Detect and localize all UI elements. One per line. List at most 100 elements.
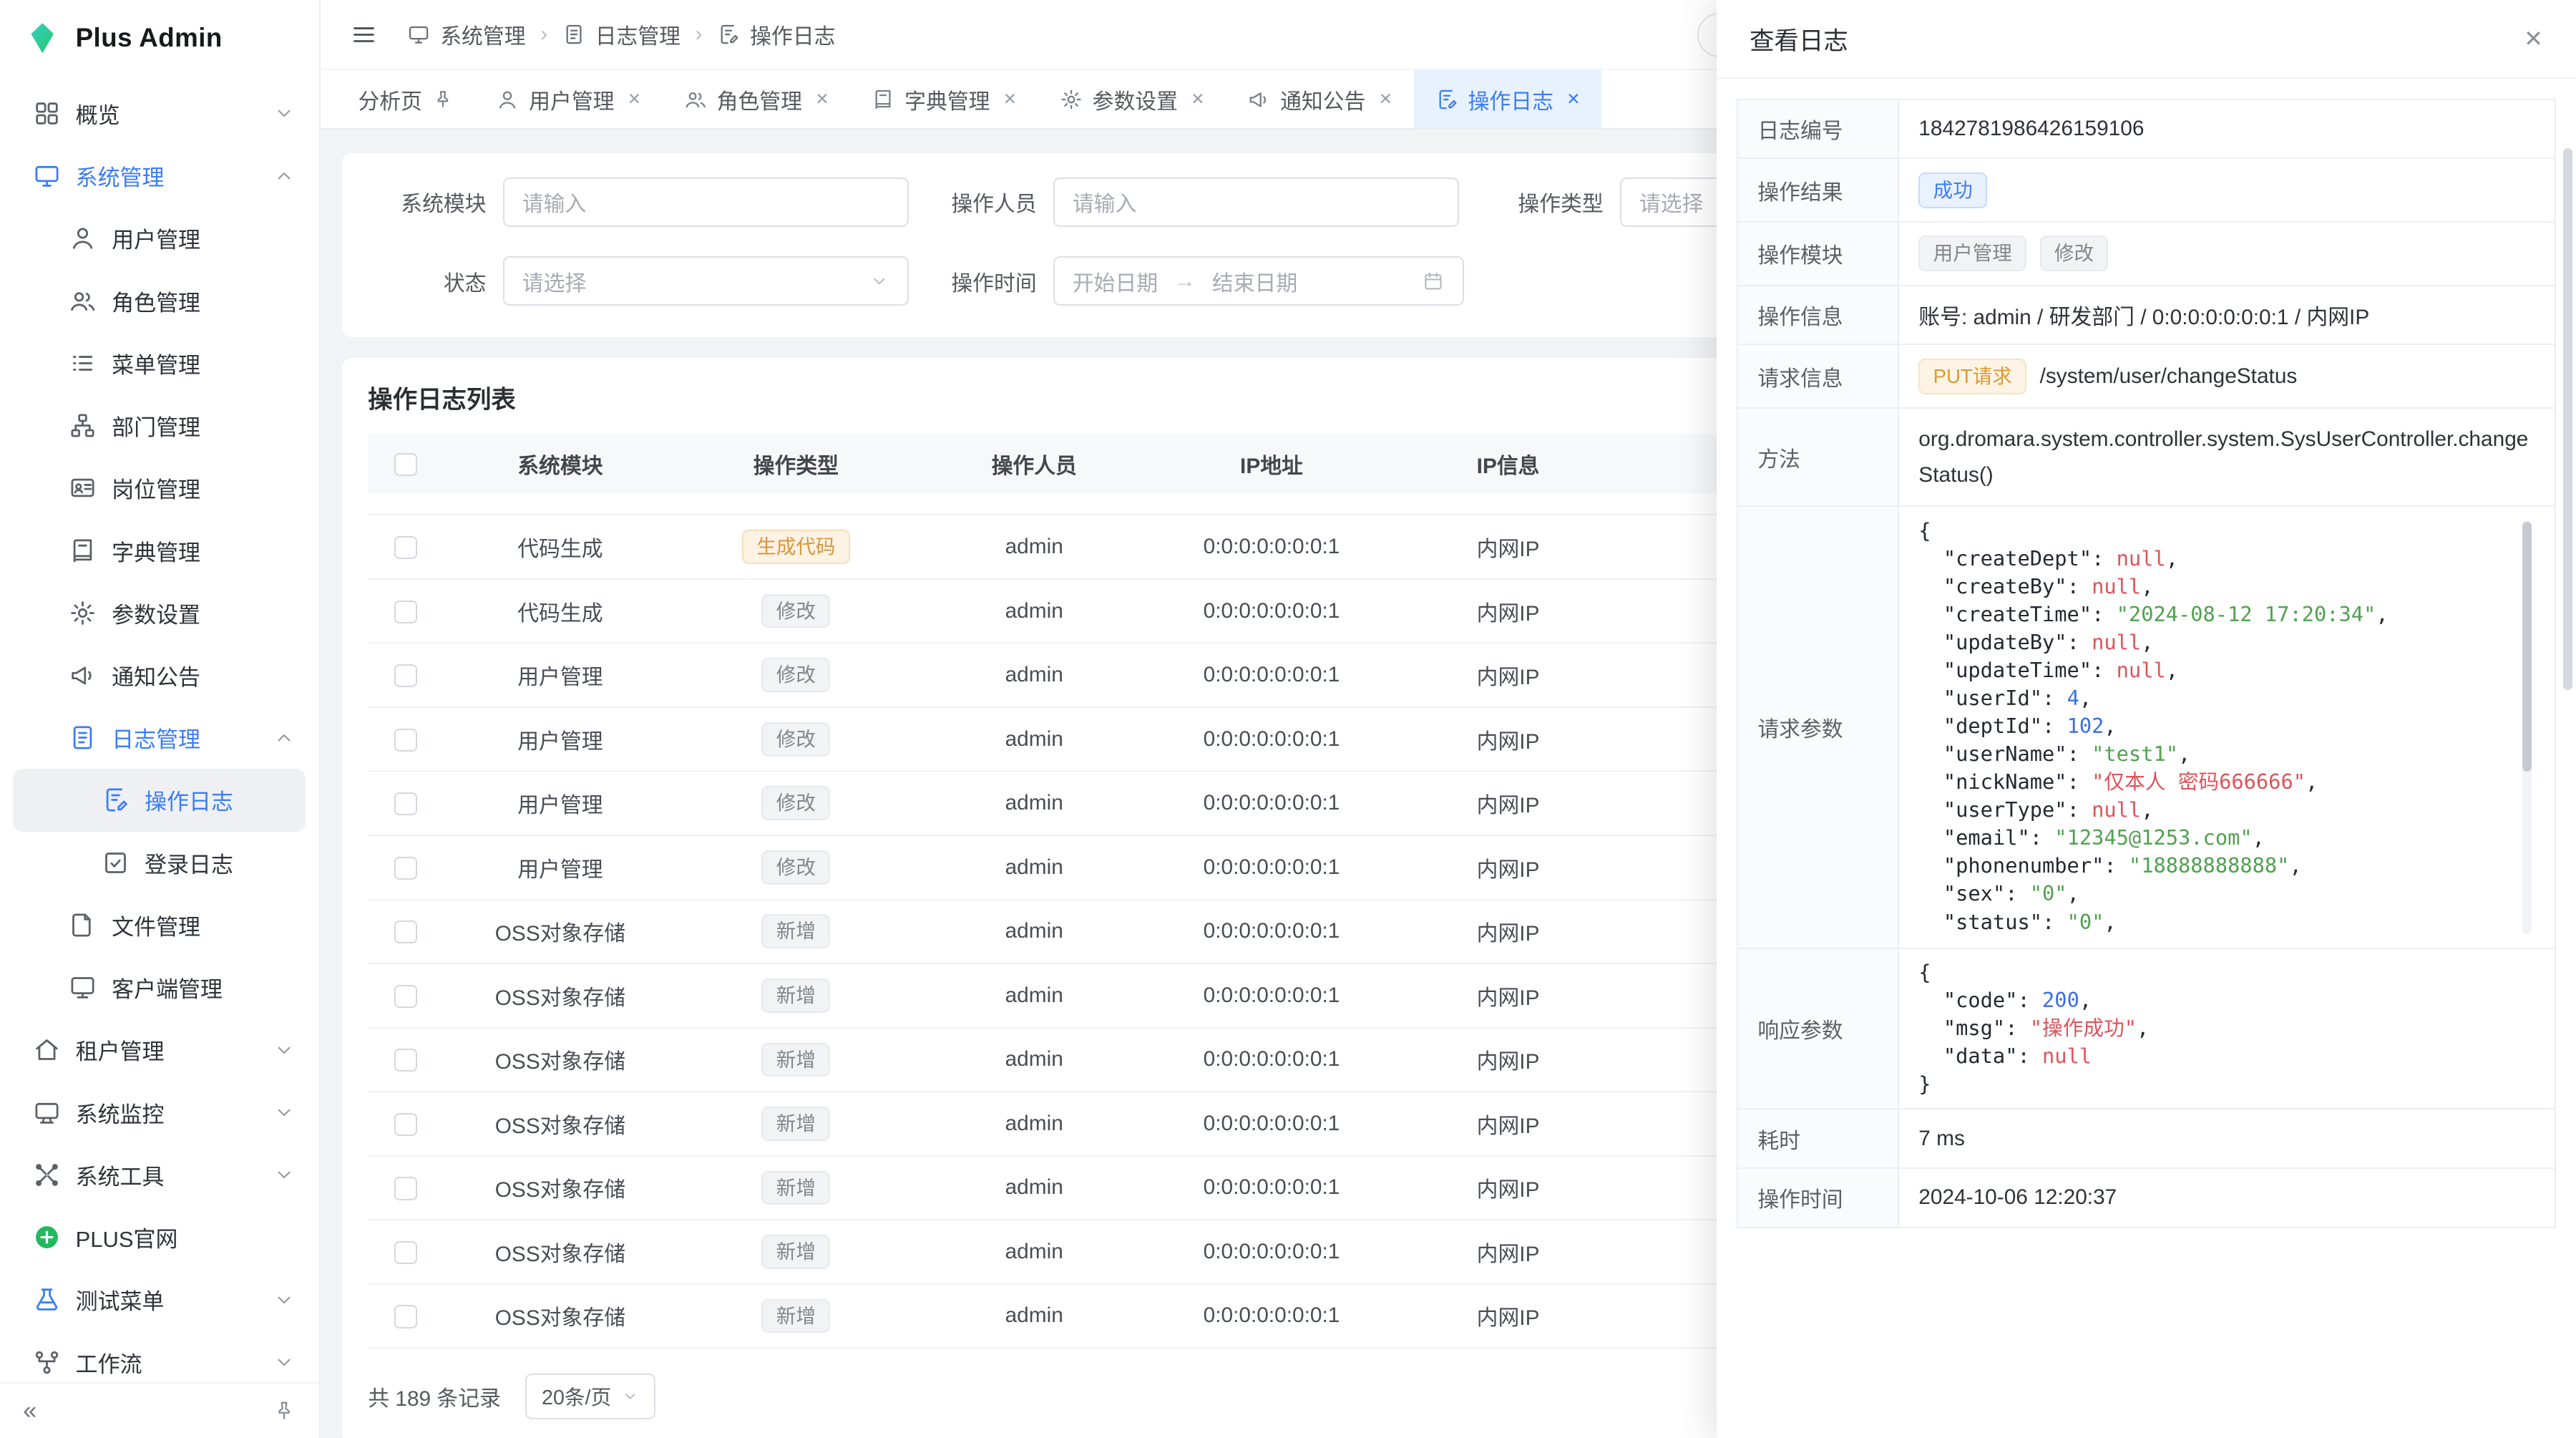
breadcrumb-separator: ›	[696, 22, 703, 47]
tab-close-icon[interactable]: ✕	[628, 89, 641, 109]
sidebar-item-monitor[interactable]: 系统监控	[0, 1082, 319, 1144]
cell-system-module: 代码生成	[444, 596, 677, 627]
row-checkbox[interactable]	[394, 729, 417, 752]
tab-close-icon[interactable]: ✕	[1003, 89, 1017, 109]
app-logo: Plus Admin	[0, 0, 319, 76]
sidebar-item-system[interactable]: 系统管理	[0, 145, 319, 207]
row-checkbox[interactable]	[394, 1241, 417, 1264]
sidebar-item-tools[interactable]: 系统工具	[0, 1144, 319, 1206]
cell-system-module: OSS对象存储	[444, 1044, 677, 1075]
hamburger-menu-icon[interactable]	[350, 21, 378, 49]
tab-close-icon[interactable]: ✕	[1191, 89, 1204, 109]
sidebar-footer: «	[0, 1382, 319, 1438]
detail-row-log-id: 日志编号 1842781986426159106	[1738, 100, 2555, 160]
cell-ip-info: 内网IP	[1390, 531, 1626, 563]
menu-item-icon	[69, 973, 97, 1001]
calendar-icon	[1423, 271, 1444, 292]
select-all-checkbox[interactable]	[394, 453, 417, 476]
cell-operator: admin	[915, 791, 1153, 815]
cell-operator: admin	[915, 599, 1153, 623]
tab-close-icon[interactable]: ✕	[1379, 89, 1392, 109]
chevron-down-icon	[273, 1039, 296, 1062]
sidebar-item-clients[interactable]: 客户端管理	[0, 956, 319, 1019]
tab-params[interactable]: 参数设置 ✕	[1038, 70, 1226, 128]
sidebar-item-operation-log[interactable]: 操作日志	[13, 769, 306, 831]
sidebar-item-plus-site[interactable]: PLUS官网	[0, 1206, 319, 1268]
column-header[interactable]: 操作人员	[915, 448, 1153, 480]
breadcrumb-item[interactable]: 系统管理	[407, 19, 525, 50]
cell-operator: admin	[915, 983, 1153, 1008]
column-header[interactable]: IP信息	[1390, 448, 1626, 480]
breadcrumb-item[interactable]: 操作日志	[717, 19, 835, 50]
operation-type-badge: 新增	[761, 978, 830, 1013]
collapse-sidebar-button[interactable]: «	[23, 1399, 36, 1423]
pin-icon[interactable]	[432, 89, 454, 110]
operation-time-value: 2024-10-06 12:20:37	[1899, 1169, 2555, 1227]
row-checkbox[interactable]	[394, 536, 417, 559]
row-checkbox[interactable]	[394, 664, 417, 687]
row-checkbox[interactable]	[394, 601, 417, 623]
tab-analysis[interactable]: 分析页 ✕	[337, 70, 475, 128]
row-checkbox[interactable]	[394, 1113, 417, 1136]
tab-notices[interactable]: 通知公告 ✕	[1226, 70, 1413, 128]
code-scrollbar-thumb[interactable]	[2522, 522, 2532, 772]
tab-users[interactable]: 用户管理 ✕	[474, 70, 662, 128]
sidebar-item-login-log[interactable]: 登录日志	[0, 832, 319, 894]
sidebar-item-tenants[interactable]: 租户管理	[0, 1019, 319, 1081]
tab-icon	[1060, 88, 1083, 111]
operator-input[interactable]: 请输入	[1053, 178, 1459, 227]
sidebar-item-overview[interactable]: 概览	[0, 82, 319, 145]
sidebar-item-dicts[interactable]: 字典管理	[0, 519, 319, 581]
tab-dicts[interactable]: 字典管理 ✕	[850, 70, 1038, 128]
cell-ip-info: 内网IP	[1390, 787, 1626, 819]
log-details: 日志编号 1842781986426159106 操作结果 成功 操作模块 用户…	[1737, 99, 2557, 1228]
sidebar-item-params[interactable]: 参数设置	[0, 582, 319, 644]
sidebar-item-test-menu[interactable]: 测试菜单	[0, 1268, 319, 1331]
tab-roles[interactable]: 角色管理 ✕	[663, 70, 850, 128]
status-select[interactable]: 请选择	[503, 256, 909, 306]
sidebar-item-notices[interactable]: 通知公告	[0, 644, 319, 706]
column-header[interactable]: IP地址	[1153, 448, 1390, 480]
chevron-down-icon	[869, 271, 889, 291]
tab-close-icon[interactable]: ✕	[815, 89, 829, 109]
system-module-input[interactable]: 请输入	[503, 178, 909, 227]
close-icon[interactable]: ✕	[2524, 27, 2543, 50]
cell-ip-info: 内网IP	[1390, 659, 1626, 691]
row-checkbox[interactable]	[394, 985, 417, 1008]
cell-ip-info: 内网IP	[1390, 724, 1626, 755]
tab-operation-log[interactable]: 操作日志 ✕	[1414, 70, 1601, 128]
row-checkbox[interactable]	[394, 920, 417, 943]
pin-layout-icon[interactable]	[273, 1399, 296, 1422]
column-header[interactable]: 系统模块	[444, 448, 677, 480]
sidebar-menu: 概览 系统管理 用户管理 角色管理	[0, 76, 319, 1382]
cell-system-module: 用户管理	[444, 787, 677, 819]
row-checkbox[interactable]	[394, 1305, 417, 1328]
sidebar-item-users[interactable]: 用户管理	[0, 207, 319, 269]
sidebar-item-menus[interactable]: 菜单管理	[0, 332, 319, 394]
total-records: 共 189 条记录	[368, 1381, 501, 1412]
row-checkbox[interactable]	[394, 857, 417, 880]
sidebar-item-roles[interactable]: 角色管理	[0, 269, 319, 331]
page-size-select[interactable]: 20条/页	[525, 1374, 655, 1419]
menu-item-icon	[69, 412, 97, 439]
cell-ip-address: 0:0:0:0:0:0:0:1	[1153, 1047, 1390, 1072]
row-checkbox[interactable]	[394, 1049, 417, 1072]
row-checkbox[interactable]	[394, 792, 417, 815]
breadcrumb-item[interactable]: 日志管理	[562, 19, 680, 50]
tab-close-icon[interactable]: ✕	[1566, 89, 1580, 109]
sidebar-item-posts[interactable]: 岗位管理	[0, 457, 319, 519]
detail-row-method: 方法 org.dromara.system.controller.system.…	[1738, 409, 2555, 507]
operation-type-badge: 新增	[761, 914, 830, 948]
sidebar-item-workflow[interactable]: 工作流	[0, 1331, 319, 1381]
detail-row-info: 操作信息 账号: admin / 研发部门 / 0:0:0:0:0:0:0:1 …	[1738, 286, 2555, 346]
cell-ip-info: 内网IP	[1390, 1172, 1626, 1203]
column-header[interactable]: 操作类型	[677, 448, 915, 480]
sidebar-item-logs[interactable]: 日志管理	[0, 706, 319, 769]
row-checkbox[interactable]	[394, 1177, 417, 1200]
cell-ip-address: 0:0:0:0:0:0:0:1	[1153, 535, 1390, 559]
sidebar-item-depts[interactable]: 部门管理	[0, 394, 319, 457]
drawer-scrollbar-thumb[interactable]	[2563, 148, 2573, 691]
operation-time-range-picker[interactable]: 开始日期 → 结束日期	[1053, 256, 1464, 306]
sidebar-item-files[interactable]: 文件管理	[0, 894, 319, 956]
cell-operator: admin	[915, 1240, 1153, 1264]
